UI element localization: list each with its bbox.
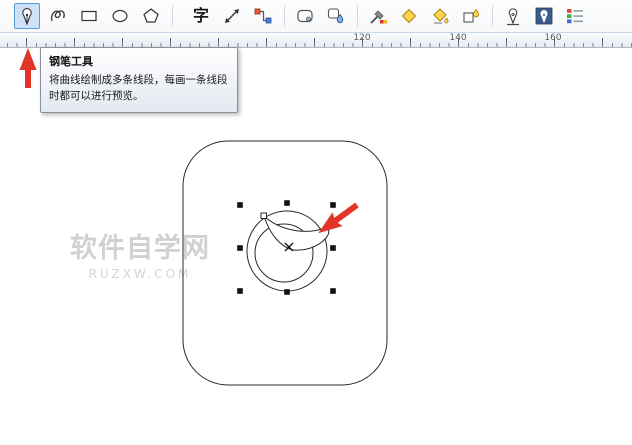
tooltip-title: 钢笔工具 [49,55,93,68]
annotation-arrow-pen-tool [19,48,37,88]
selection-handle[interactable] [284,289,290,295]
selection-handle[interactable] [237,202,243,208]
pen-tool-tooltip: 钢笔工具 将曲线绘制成多条线段，每画一条线段时都可以进行预览。 [40,47,238,113]
selected-curve-object[interactable] [246,210,330,292]
tooltip-body: 将曲线绘制成多条线段，每画一条线段时都可以进行预览。 [49,74,228,102]
selection-handle[interactable] [330,288,336,294]
selection-handle[interactable] [330,202,336,208]
selection-handle[interactable] [237,288,243,294]
curve-node[interactable] [260,212,267,219]
app-window: 字 120 140 160 软件自学网 RUZXW.COM 钢笔工具 将曲线绘制… [0,0,632,445]
selection-handle[interactable] [284,200,290,206]
selection-handle[interactable] [237,245,243,251]
outer-circle-path[interactable] [246,210,328,292]
selection-handle[interactable] [330,245,336,251]
